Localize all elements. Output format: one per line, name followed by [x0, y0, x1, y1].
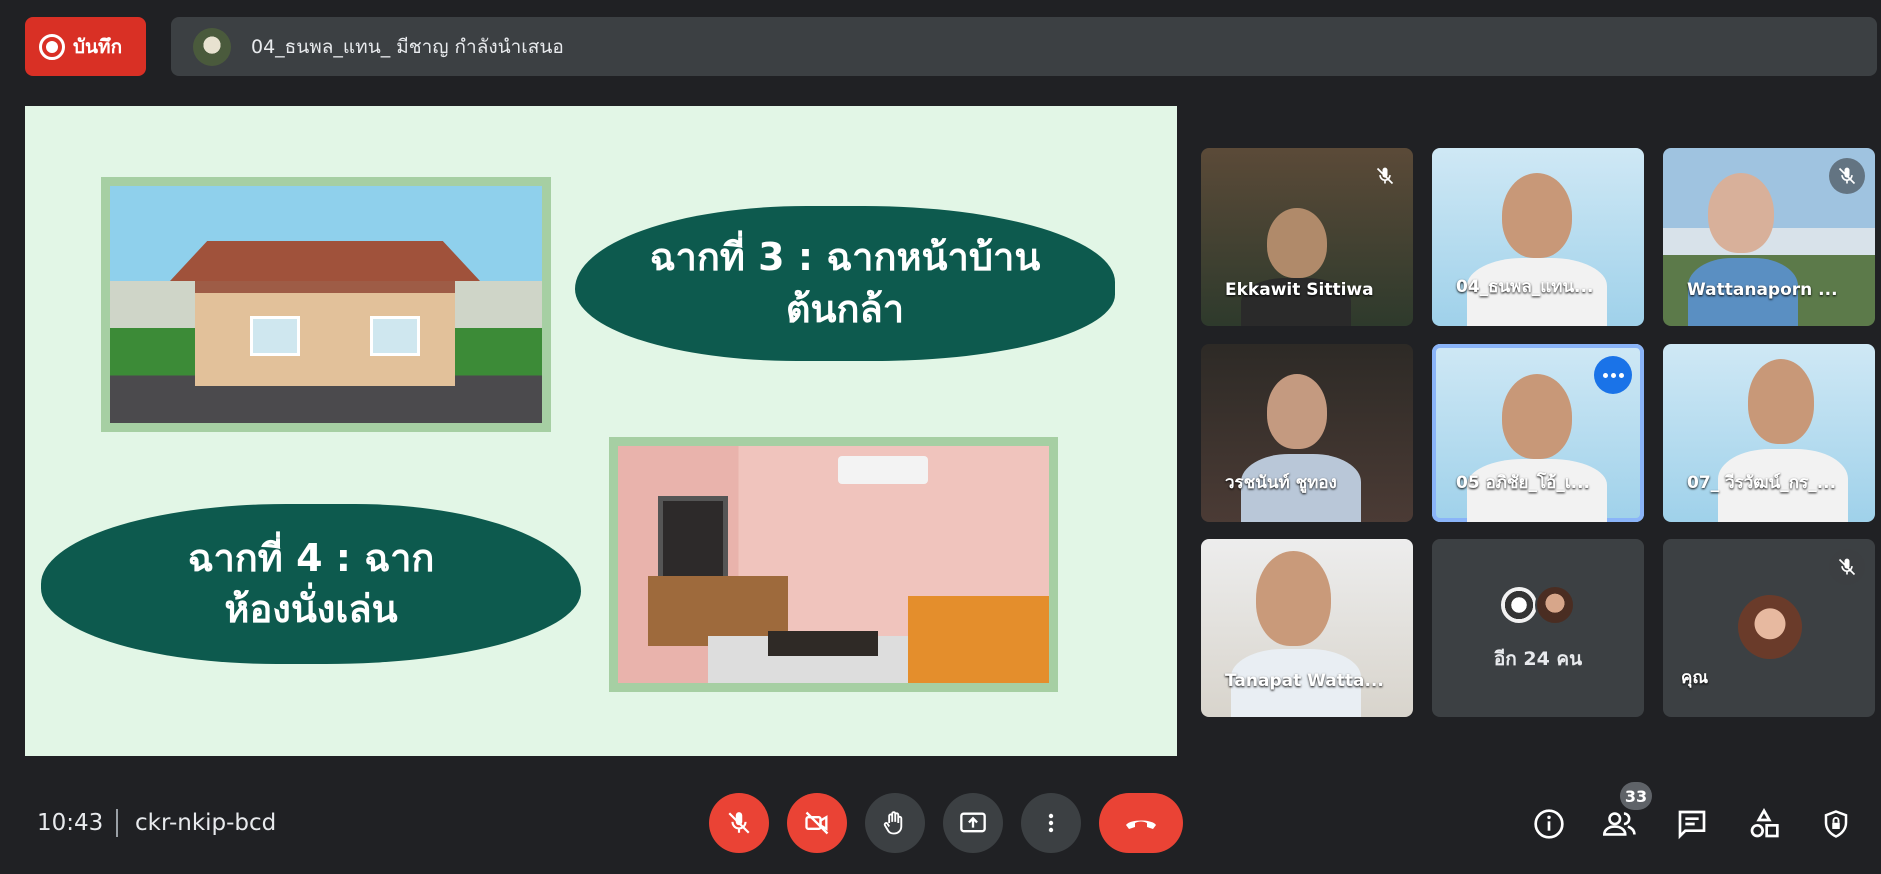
people-icon	[1603, 808, 1637, 840]
scene3-title-line2: ต้นกล้า	[785, 286, 905, 331]
more-vert-icon	[1039, 811, 1063, 835]
record-icon	[39, 33, 65, 60]
others-tile[interactable]: อีก 24 คน	[1432, 539, 1644, 717]
participant-name: 05 อภิชัย_โอ้_เ...	[1456, 473, 1591, 493]
presenter-avatar	[193, 27, 231, 66]
scene4-title: ฉากที่ 4 : ฉาก ห้องนั่งเล่น	[41, 504, 581, 664]
activities-button[interactable]	[1746, 806, 1782, 842]
more-options-button[interactable]	[1594, 356, 1632, 394]
scene4-title-line1: ฉากที่ 4 : ฉาก	[187, 535, 435, 580]
participant-tile-active[interactable]: 05 อภิชัย_โอ้_เ...	[1432, 344, 1644, 522]
mic-off-icon	[1829, 158, 1865, 194]
mic-off-icon	[726, 810, 752, 836]
living-room-image	[609, 437, 1058, 692]
participant-name: 07_ วีรวัฒน์_กร_...	[1687, 473, 1837, 493]
meeting-time: 10:43	[37, 810, 104, 836]
scene3-title-line1: ฉากที่ 3 : ฉากหน้าบ้าน	[649, 235, 1041, 280]
meeting-details-button[interactable]	[1531, 806, 1567, 842]
house-front-image	[101, 177, 551, 432]
presentation-slide: ฉากที่ 3 : ฉากหน้าบ้าน ต้นกล้า ฉากที่ 4 …	[25, 106, 1177, 756]
meeting-code: ckr-nkip-bcd	[135, 810, 277, 836]
participant-name: วรชนันท์ ชูทอง	[1225, 473, 1337, 493]
others-avatars	[1499, 585, 1575, 625]
self-avatar	[1738, 595, 1802, 659]
presenter-text: 04_ธนพล_แทน_ มีชาญ กำลังนำเสนอ	[251, 35, 564, 58]
record-label: บันทึก	[73, 35, 123, 58]
participant-name: 04_ธนพล_แทน...	[1456, 277, 1594, 297]
shield-lock-icon	[1821, 808, 1851, 840]
participant-name: Wattanaporn ...	[1687, 280, 1838, 300]
participant-tile[interactable]: วรชนันท์ ชูทอง	[1201, 344, 1413, 522]
mic-off-icon	[1367, 158, 1403, 194]
scene3-title: ฉากที่ 3 : ฉากหน้าบ้าน ต้นกล้า	[575, 206, 1115, 361]
people-button[interactable]	[1602, 806, 1638, 842]
self-label: คุณ	[1681, 668, 1709, 688]
mic-toggle-button[interactable]	[709, 793, 769, 853]
participant-count-badge: 33	[1620, 782, 1652, 810]
meet-window: บันทึก 04_ธนพล_แทน_ มีชาญ กำลังนำเสนอ ฉา…	[0, 0, 1881, 874]
activities-shapes-icon	[1748, 808, 1780, 840]
participant-tile[interactable]: 07_ วีรวัฒน์_กร_...	[1663, 344, 1875, 522]
present-screen-button[interactable]	[943, 793, 1003, 853]
camera-toggle-button[interactable]	[787, 793, 847, 853]
participant-name: Tanapat Watta...	[1225, 671, 1384, 691]
participant-tile[interactable]: 04_ธนพล_แทน...	[1432, 148, 1644, 326]
mic-off-icon	[1829, 549, 1865, 585]
self-tile[interactable]: คุณ	[1663, 539, 1875, 717]
chat-icon	[1676, 808, 1708, 840]
participant-tile[interactable]: Ekkawit Sittiwa	[1201, 148, 1413, 326]
chat-button[interactable]	[1674, 806, 1710, 842]
info-icon	[1533, 808, 1565, 840]
raise-hand-button[interactable]	[865, 793, 925, 853]
present-icon	[959, 809, 987, 837]
presenter-bar[interactable]: 04_ธนพล_แทน_ มีชาญ กำลังนำเสนอ	[171, 17, 1877, 76]
divider	[116, 809, 118, 837]
record-button[interactable]: บันทึก	[25, 17, 146, 76]
host-controls-button[interactable]	[1818, 806, 1854, 842]
participant-tile[interactable]: Tanapat Watta...	[1201, 539, 1413, 717]
scene4-title-line2: ห้องนั่งเล่น	[224, 587, 398, 631]
camera-off-icon	[803, 809, 831, 837]
hangup-icon	[1124, 813, 1158, 833]
leave-call-button[interactable]	[1099, 793, 1183, 853]
others-count-label: อีก 24 คน	[1493, 648, 1583, 670]
participant-tile[interactable]: Wattanaporn ...	[1663, 148, 1875, 326]
hand-icon	[881, 809, 909, 837]
participant-name: Ekkawit Sittiwa	[1225, 280, 1374, 300]
more-options-button[interactable]	[1021, 793, 1081, 853]
